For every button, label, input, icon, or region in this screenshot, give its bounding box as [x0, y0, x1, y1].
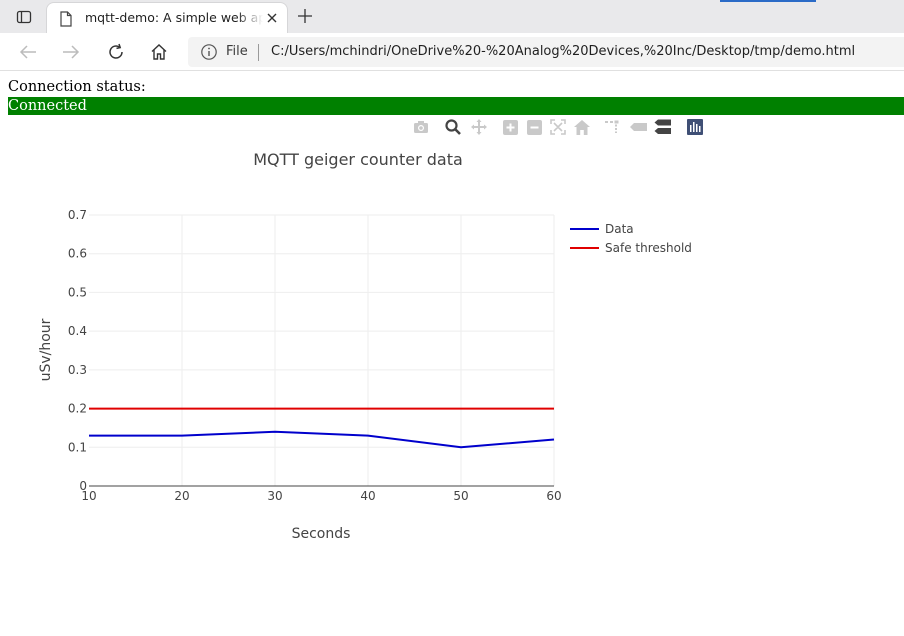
address-url[interactable]: C:/Users/mchindri/OneDrive%20-%20Analog%… — [271, 44, 855, 59]
line-chart: 00.10.20.30.40.50.60.710 20 30 40 50 60 DataS… — [38, 150, 692, 542]
tab-title: mqtt-demo: A simple web application — [85, 10, 263, 25]
connection-status-bar: Connected — [8, 97, 904, 115]
camera-icon[interactable] — [412, 118, 430, 136]
browser-tab[interactable]: mqtt-demo: A simple web application — [46, 2, 288, 33]
refresh-icon[interactable] — [105, 41, 127, 63]
pan-icon[interactable] — [470, 118, 488, 136]
hover-closest-icon[interactable] — [630, 118, 648, 136]
y-tick-label: 0.3 — [68, 363, 87, 377]
spike-lines-icon[interactable] — [603, 118, 621, 136]
plotly-logo-icon[interactable] — [686, 118, 704, 136]
back-arrow-icon[interactable] — [17, 41, 39, 63]
close-icon[interactable] — [264, 10, 280, 26]
window-accent-line — [720, 0, 816, 2]
series-line-data — [89, 430, 555, 449]
tab-panel-icon[interactable] — [12, 7, 36, 27]
x-tick-label: 40 — [360, 489, 375, 503]
legend-label: Data — [605, 222, 634, 236]
x-axis-title: Seconds — [292, 526, 351, 542]
info-icon[interactable] — [200, 43, 218, 61]
forward-arrow-icon[interactable] — [60, 41, 82, 63]
x-tick-label: 50 — [453, 489, 468, 503]
address-scheme-label: File — [226, 44, 248, 59]
y-axis-title: uSv/hour — [38, 318, 54, 381]
hover-compare-icon[interactable] — [654, 118, 672, 136]
y-tick-label: 0.4 — [68, 324, 87, 338]
zoom-in-icon[interactable] — [501, 118, 519, 136]
legend-label: Safe threshold — [605, 241, 692, 255]
x-tick-label: 20 — [174, 489, 189, 503]
connection-status-value: Connected — [8, 98, 87, 114]
zoom-icon[interactable] — [444, 118, 462, 136]
y-tick-label: 0.2 — [68, 402, 87, 416]
x-tick-label: 10 — [81, 489, 96, 503]
chart-axes: 00.10.20.30.40.50.60.710 20 30 40 50 60 — [68, 208, 562, 503]
address-bar[interactable]: File C:/Users/mchindri/OneDrive%20-%20An… — [188, 37, 904, 67]
chart-series — [89, 407, 555, 449]
file-icon — [59, 11, 73, 27]
browser-toolbar: File C:/Users/mchindri/OneDrive%20-%20An… — [0, 33, 904, 71]
x-tick-label: 30 — [267, 489, 282, 503]
legend-item[interactable]: Safe threshold — [570, 241, 692, 255]
autoscale-icon[interactable] — [549, 118, 567, 136]
zoom-out-icon[interactable] — [525, 118, 543, 136]
legend-item[interactable]: Data — [570, 222, 634, 236]
y-tick-label: 0.5 — [68, 285, 87, 299]
connection-status-label: Connection status: — [8, 79, 146, 95]
chart-title: MQTT geiger counter data — [253, 150, 463, 169]
address-divider — [258, 44, 259, 61]
home-icon[interactable] — [148, 41, 170, 63]
reset-axes-icon[interactable] — [573, 118, 591, 136]
plus-icon[interactable] — [294, 5, 316, 27]
y-tick-label: 0.6 — [68, 247, 87, 261]
chart-legend[interactable]: Data Safe threshold — [570, 222, 692, 255]
x-tick-label: 60 — [546, 489, 561, 503]
y-tick-label: 0.1 — [68, 440, 87, 454]
browser-tab-bar: mqtt-demo: A simple web application — [0, 0, 904, 33]
y-tick-label: 0.7 — [68, 208, 87, 222]
